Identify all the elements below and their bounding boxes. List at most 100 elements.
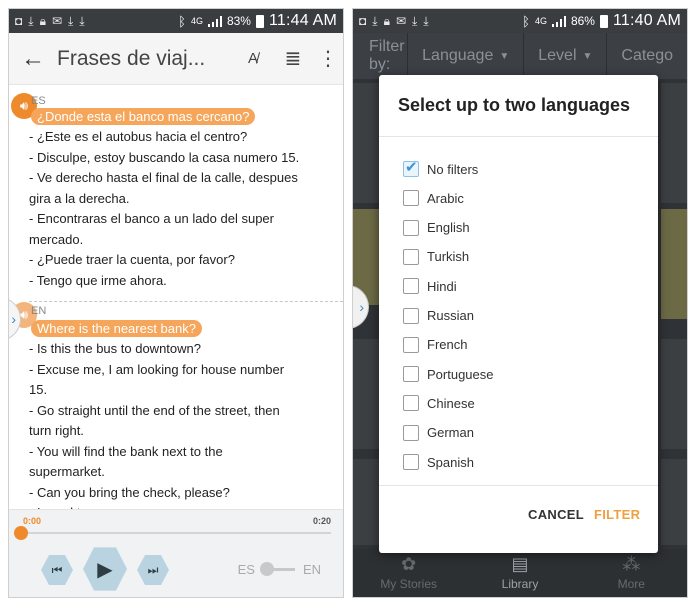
story-card[interactable] (661, 339, 687, 449)
back-arrow-icon[interactable]: ← (9, 45, 57, 73)
story-card[interactable] (353, 83, 379, 203)
story-line[interactable]: - Disculpe, estoy buscando la casa numer… (29, 148, 299, 169)
nav-more[interactable]: ⁂ More (576, 549, 687, 597)
bluetooth-icon: ᛒ (178, 13, 186, 29)
language-option-label: Arabic (427, 190, 464, 206)
cancel-button[interactable]: CANCEL (528, 507, 584, 522)
spanish-highlighted-sentence[interactable]: ¿Donde esta el banco mas cercano? (31, 108, 256, 125)
clock: 11:40 AM (612, 12, 681, 29)
language-filter-dialog: Select up to two languages No filters Ara… (379, 75, 658, 553)
mail-icon: ✉ (395, 14, 407, 28)
next-icon[interactable]: ⏭ (137, 554, 169, 586)
app-notification-icon: ◘ (359, 14, 367, 28)
language-option[interactable]: English (403, 219, 470, 236)
status-bar: ◘ ⤓ 🔒︎ ✉ ⤓ ⤓ ᛒ 4G 86% 11:40 AM (353, 9, 687, 33)
filter-button[interactable]: FILTER (594, 507, 640, 522)
signal-icon (551, 15, 566, 27)
checkbox[interactable] (403, 454, 419, 470)
dialog-divider (379, 136, 658, 137)
dropdown-arrow-icon: ▼ (499, 50, 510, 62)
app-bar: ← Frases de viaj... A̸ ≣ ⋮ (9, 33, 343, 85)
checkbox[interactable] (403, 395, 419, 412)
language-option[interactable]: Spanish (403, 454, 474, 470)
english-highlighted-sentence[interactable]: Where is the nearest bank? (31, 320, 202, 337)
story-line[interactable]: turn right. (29, 421, 84, 442)
language-filter-dropdown[interactable]: Language ▼ (407, 33, 523, 79)
dialog-title: Select up to two languages (398, 95, 631, 115)
toggle-switch[interactable] (259, 562, 295, 576)
language-option-label: Russian (427, 308, 474, 323)
app-notification-icon: ◘ (15, 14, 23, 28)
more-icon: ⁂ (622, 554, 641, 574)
language-option[interactable]: Chinese (403, 395, 475, 412)
language-toggle[interactable]: ES EN (238, 562, 321, 577)
story-line[interactable]: mercado. (29, 230, 83, 251)
checkbox[interactable] (403, 219, 419, 236)
download-icon: ⤓ (372, 13, 378, 28)
story-card[interactable] (353, 339, 379, 449)
checkbox[interactable] (403, 336, 419, 353)
nav-label: More (617, 577, 645, 591)
previous-icon[interactable]: ⏮ (41, 554, 73, 586)
overflow-menu-icon[interactable]: ⋮ (313, 46, 343, 71)
toggle-lang-right: EN (302, 562, 321, 577)
checkbox[interactable] (403, 366, 419, 383)
story-card[interactable] (661, 459, 687, 545)
story-line[interactable]: 15. (29, 380, 47, 401)
bluetooth-icon: ᛒ (522, 13, 530, 29)
category-filter-dropdown[interactable]: Catego (606, 33, 687, 79)
story-line[interactable]: - ¿Puede traer la cuenta, por favor? (29, 250, 235, 271)
language-filter-label: Language (422, 47, 494, 64)
nav-my-stories[interactable]: ✿ My Stories (353, 549, 464, 597)
section-divider (29, 301, 343, 302)
language-option[interactable]: French (403, 336, 467, 353)
story-line[interactable]: - Encontraras el banco a un lado del sup… (29, 209, 274, 230)
text-format-icon[interactable]: ≣ (273, 46, 313, 71)
download-icon: ⤓ (28, 13, 34, 28)
language-option[interactable]: Arabic (403, 190, 464, 207)
play-icon[interactable]: ▶ (83, 547, 127, 591)
story-line[interactable]: - Ve derecho hasta el final de la calle,… (29, 168, 298, 189)
nav-library[interactable]: ▤ Library (464, 549, 575, 597)
nav-label: Library (501, 577, 539, 591)
story-card[interactable] (661, 83, 687, 203)
language-option-label: No filters (427, 161, 479, 177)
language-option[interactable]: Hindi (403, 278, 457, 295)
story-line[interactable]: supermarket. (29, 462, 105, 483)
checkbox[interactable] (403, 190, 419, 207)
dropdown-arrow-icon: ▼ (582, 50, 593, 62)
library-screen: ◘ ⤓ 🔒︎ ✉ ⤓ ⤓ ᛒ 4G 86% 11:40 AM Filter by… (352, 8, 688, 598)
language-option[interactable]: Russian (403, 307, 474, 324)
total-time: 0:20 (312, 516, 331, 526)
story-line[interactable]: - ¿Este es el autobus hacia el centro? (29, 127, 247, 148)
clock: 11:44 AM (268, 12, 337, 29)
story-line[interactable]: gira a la derecha. (29, 189, 129, 210)
story-card[interactable] (353, 459, 379, 545)
level-filter-dropdown[interactable]: Level ▼ (523, 33, 606, 79)
language-option[interactable]: No filters (403, 158, 479, 177)
story-line[interactable]: - You will find the bank next to the (29, 442, 223, 463)
language-option-label: Portuguese (427, 366, 494, 382)
checkbox[interactable] (403, 424, 419, 441)
seek-thumb[interactable] (14, 526, 28, 540)
language-option[interactable]: Turkish (403, 248, 469, 265)
seek-bar[interactable] (21, 532, 331, 534)
story-line[interactable]: - Can you bring the check, please? (29, 483, 230, 504)
checkbox[interactable] (403, 307, 419, 324)
dialog-divider (379, 485, 658, 486)
nav-label: My Stories (380, 577, 437, 591)
story-card[interactable] (661, 209, 687, 319)
current-time: 0:00 (23, 516, 42, 526)
checked-checkbox[interactable] (403, 158, 419, 177)
checkbox[interactable] (403, 248, 419, 265)
translate-toggle-icon[interactable]: A̸ (233, 50, 273, 67)
language-option[interactable]: German (403, 424, 474, 441)
battery-percent: 86% (570, 14, 595, 28)
story-line[interactable]: - Is this the bus to downtown? (29, 339, 201, 360)
story-line[interactable]: - Excuse me, I am looking for house numb… (29, 360, 284, 381)
language-option[interactable]: Portuguese (403, 366, 494, 383)
checkbox[interactable] (403, 278, 419, 295)
story-line[interactable]: - Go straight until the end of the stree… (29, 401, 280, 422)
level-filter-label: Level (538, 47, 577, 64)
story-line[interactable]: - Tengo que irme ahora. (29, 271, 167, 292)
